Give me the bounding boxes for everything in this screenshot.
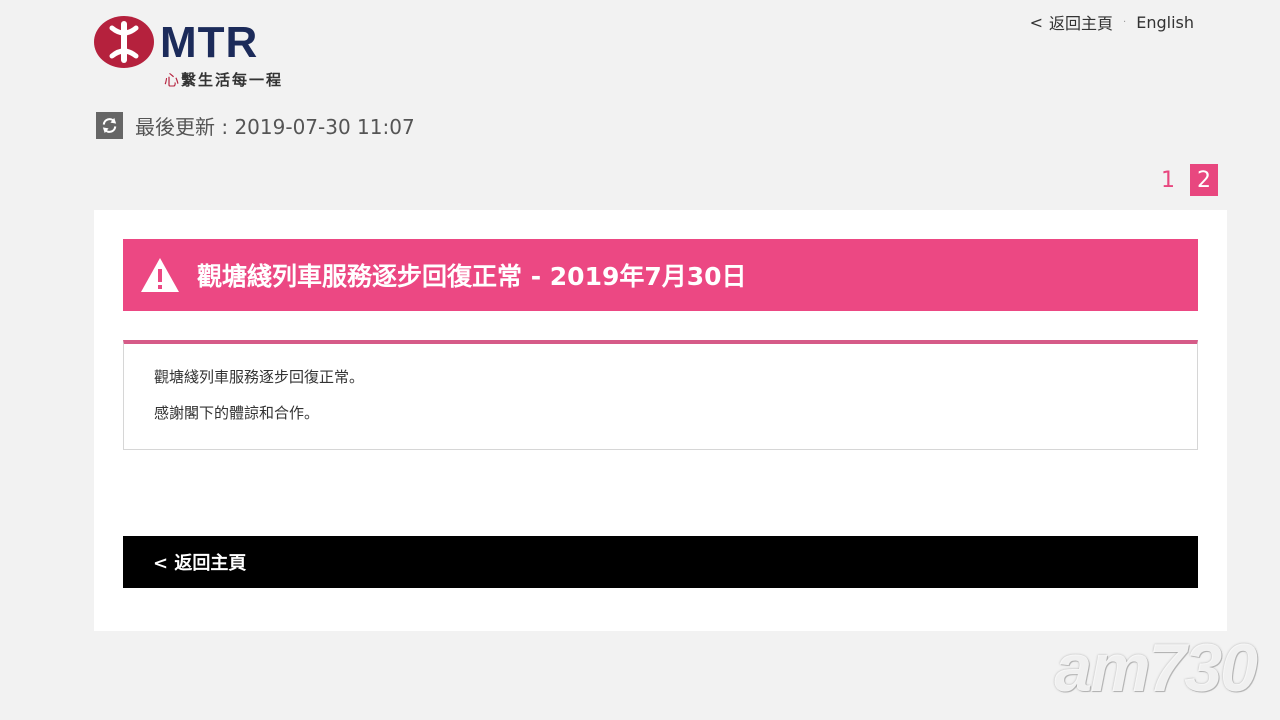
mtr-logo[interactable]: MTR 心繫生活每一程: [94, 16, 294, 92]
notice-card: 觀塘綫列車服務逐步回復正常 - 2019年7月30日 觀塘綫列車服務逐步回復正常…: [94, 210, 1227, 631]
pagination: 1 2: [1154, 164, 1218, 196]
page-2-button[interactable]: 2: [1190, 164, 1218, 196]
refresh-icon[interactable]: [96, 112, 123, 139]
back-home-link[interactable]: < 返回主頁: [153, 549, 246, 575]
message-line-2: 感謝閣下的體諒和合作。: [154, 404, 320, 422]
message-box: 觀塘綫列車服務逐步回復正常。 感謝閣下的體諒和合作。: [123, 340, 1198, 450]
home-link-label: 返回主頁: [1049, 14, 1114, 33]
message-line-1: 觀塘綫列車服務逐步回復正常。: [154, 368, 365, 386]
home-link[interactable]: < 返回主頁: [1030, 10, 1113, 34]
brand-name: MTR: [160, 18, 259, 67]
last-updated: 最後更新 : 2019-07-30 11:07: [96, 111, 415, 140]
language-switch-link[interactable]: English: [1136, 13, 1194, 32]
am730-watermark: am730: [1054, 630, 1258, 706]
chevron-left-icon: <: [1029, 12, 1044, 32]
top-navigation: < 返回主頁 · English: [1030, 10, 1194, 34]
alert-banner: 觀塘綫列車服務逐步回復正常 - 2019年7月30日: [123, 239, 1198, 311]
brand-tagline: 心繫生活每一程: [164, 69, 283, 90]
last-updated-text: 最後更新 : 2019-07-30 11:07: [135, 115, 415, 139]
tagline-text: 繫生活每一程: [181, 71, 284, 89]
warning-icon: [141, 258, 179, 292]
page-1-button[interactable]: 1: [1154, 164, 1182, 196]
mtr-logo-icon: [94, 16, 154, 68]
alert-title: 觀塘綫列車服務逐步回復正常 - 2019年7月30日: [197, 262, 747, 291]
nav-separator: ·: [1123, 16, 1127, 28]
back-bar: < 返回主頁: [123, 536, 1198, 588]
tagline-heart-char: 心: [164, 71, 182, 89]
